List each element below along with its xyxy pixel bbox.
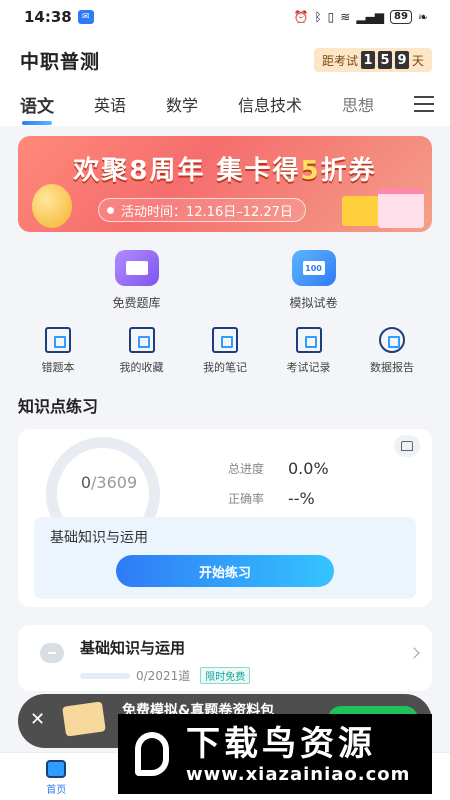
chapter-item[interactable]: 基础知识与运用 0/2021道 限时免费 bbox=[18, 625, 432, 691]
notes-button[interactable]: 我的笔记 bbox=[189, 327, 261, 375]
status-time: 14:38 bbox=[24, 8, 72, 26]
favorites-button[interactable]: 我的收藏 bbox=[106, 327, 178, 375]
countdown-unit: 天 bbox=[411, 53, 424, 68]
promo-banner[interactable]: 欢聚8周年 集卡得5折券 活动时间：12.16日–12.27日 bbox=[18, 136, 432, 232]
home-icon bbox=[46, 760, 67, 778]
tab-chinese[interactable]: 语文 bbox=[20, 92, 54, 125]
countdown-digit: 1 bbox=[360, 51, 375, 69]
wrong-questions-icon bbox=[45, 327, 71, 353]
notification-icon: ✉ bbox=[77, 10, 94, 24]
watermark-title: 下载鸟资源 bbox=[186, 723, 376, 764]
data-report-icon bbox=[379, 327, 405, 353]
countdown-digit: 9 bbox=[394, 51, 409, 69]
subject-tabs: 语文 英语 数学 信息技术 思想 bbox=[0, 86, 450, 126]
tool-features: 错题本 我的收藏 我的笔记 考试记录 数据报告 bbox=[18, 327, 432, 375]
countdown-digit: 5 bbox=[377, 51, 392, 69]
balloon-icon bbox=[32, 184, 72, 228]
feature-label: 我的收藏 bbox=[119, 361, 164, 374]
feature-label: 免费题库 bbox=[112, 296, 161, 310]
accuracy-value: --% bbox=[288, 488, 315, 508]
practice-card: 0/3609 总进度 0.0% 正确率 --% 基础知识与运用 开始练习 bbox=[18, 429, 432, 607]
current-topic: 基础知识与运用 开始练习 bbox=[34, 517, 416, 599]
battery-icon: 89 bbox=[390, 10, 412, 24]
banner-date: 活动时间：12.16日–12.27日 bbox=[98, 198, 306, 222]
start-practice-button[interactable]: 开始练习 bbox=[116, 555, 334, 587]
leaf-icon: ❧ bbox=[417, 10, 428, 24]
data-report-button[interactable]: 数据报告 bbox=[356, 327, 428, 375]
notes-icon bbox=[212, 327, 238, 353]
progress-count: 0/3609 bbox=[80, 473, 138, 492]
exam-record-icon bbox=[295, 327, 322, 353]
chevron-right-icon bbox=[408, 647, 420, 659]
exam-countdown[interactable]: 距考试 1 5 9 天 bbox=[313, 48, 432, 72]
feature-label: 我的笔记 bbox=[203, 361, 247, 374]
watermark-overlay: 下载鸟资源 www.xiazainiao.com bbox=[118, 714, 432, 794]
progress-value: 0.0% bbox=[288, 458, 329, 478]
bird-logo-icon bbox=[118, 714, 186, 794]
feature-label: 数据报告 bbox=[370, 361, 414, 374]
tab-ideology[interactable]: 思想 bbox=[342, 92, 374, 116]
section-title: 知识点练习 bbox=[18, 397, 99, 416]
app-header: 中职普测 距考试 1 5 9 天 bbox=[0, 34, 450, 86]
question-bank-icon bbox=[114, 250, 159, 286]
chapter-count: 0/2021道 bbox=[136, 669, 191, 683]
free-badge: 限时免费 bbox=[200, 667, 251, 684]
feature-label: 考试记录 bbox=[286, 361, 331, 374]
tab-it[interactable]: 信息技术 bbox=[238, 92, 302, 116]
wifi-icon: ≋ bbox=[340, 10, 351, 24]
chapter-progress-bar bbox=[80, 672, 130, 679]
gift-icon bbox=[342, 196, 382, 226]
tab-english[interactable]: 英语 bbox=[94, 92, 126, 116]
progress-label: 总进度 bbox=[228, 461, 265, 476]
app-title: 中职普测 bbox=[20, 50, 101, 73]
signal-icon: ▂▄▆ bbox=[356, 10, 385, 24]
nav-home[interactable]: 首页 bbox=[26, 760, 86, 796]
bluetooth-icon: ᛒ bbox=[314, 10, 322, 24]
practice-stats: 总进度 0.0% 正确率 --% bbox=[228, 453, 329, 513]
alarm-icon: ⏰ bbox=[293, 10, 309, 24]
feature-label: 模拟试卷 bbox=[289, 296, 338, 310]
chapter-name: 基础知识与运用 bbox=[80, 639, 186, 657]
chapter-progress: 0/2021道 限时免费 bbox=[80, 667, 251, 684]
question-bank-button[interactable]: 免费题库 bbox=[77, 250, 197, 311]
countdown-label: 距考试 bbox=[321, 53, 358, 68]
close-icon[interactable]: ✕ bbox=[30, 709, 45, 730]
status-bar: 14:38 ✉ ⏰ ᛒ ▯ ≋ ▂▄▆ 89 ❧ bbox=[0, 0, 450, 34]
favorites-icon bbox=[128, 327, 155, 353]
banner-title: 欢聚8周年 集卡得5折券 bbox=[73, 156, 377, 186]
vibrate-icon: ▯ bbox=[327, 10, 335, 24]
accuracy-label: 正确率 bbox=[228, 491, 265, 506]
wrong-questions-button[interactable]: 错题本 bbox=[22, 327, 94, 375]
topic-name: 基础知识与运用 bbox=[50, 530, 148, 546]
tab-math[interactable]: 数学 bbox=[166, 92, 198, 116]
mock-exam-button[interactable]: 100 模拟试卷 bbox=[254, 250, 374, 311]
ticket-icon bbox=[62, 701, 106, 737]
nav-label: 首页 bbox=[46, 785, 67, 796]
mock-exam-icon: 100 bbox=[291, 250, 336, 286]
scenario-icon[interactable] bbox=[394, 435, 420, 457]
exam-record-button[interactable]: 考试记录 bbox=[273, 327, 345, 375]
tab-menu-icon[interactable] bbox=[414, 96, 434, 117]
feature-label: 错题本 bbox=[41, 361, 75, 374]
collapse-icon[interactable] bbox=[40, 643, 64, 663]
cake-icon bbox=[378, 188, 424, 228]
watermark-url: www.xiazainiao.com bbox=[186, 763, 411, 785]
main-features: 免费题库 100 模拟试卷 bbox=[18, 250, 432, 311]
